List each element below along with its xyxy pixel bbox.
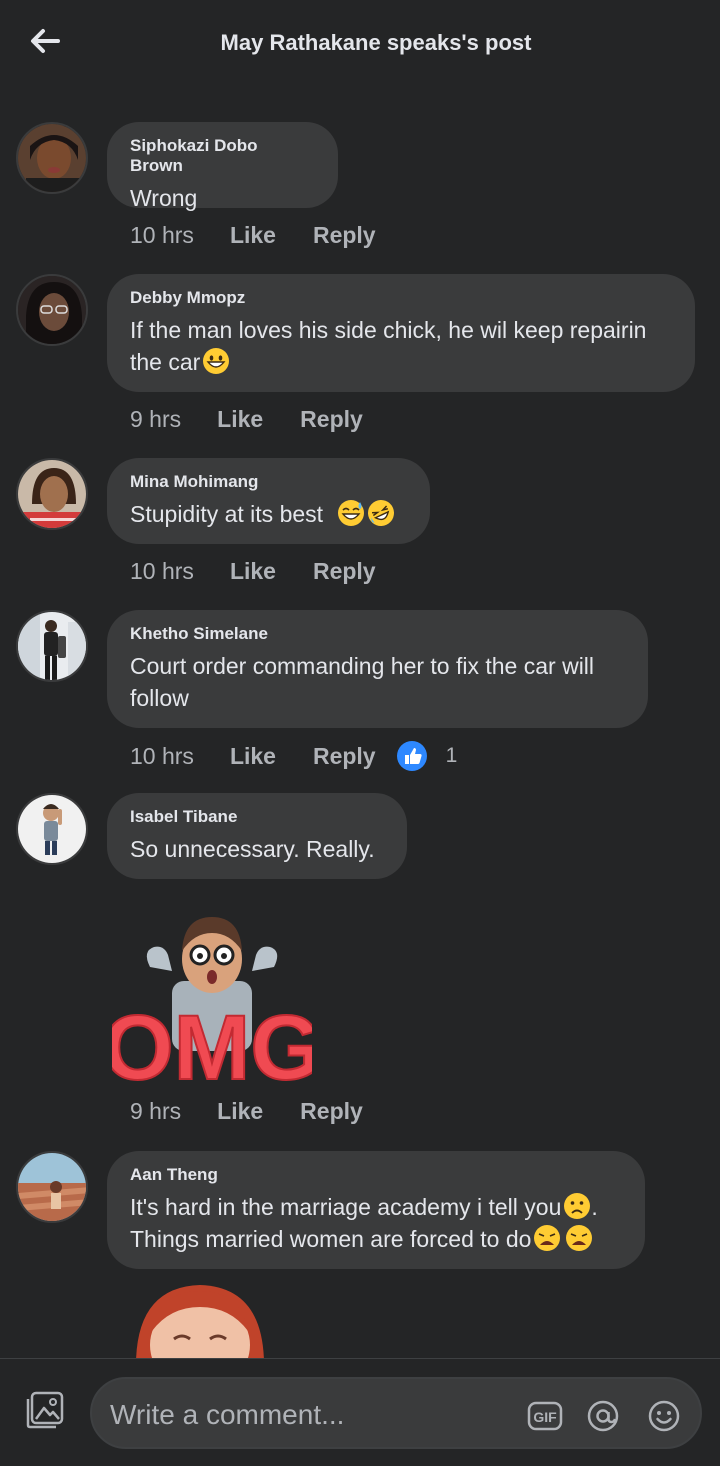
comment-actions: 10 hrs Like Reply [130, 558, 376, 585]
avatar[interactable] [16, 274, 88, 346]
comment-author[interactable]: Debby Mmopz [130, 288, 671, 308]
reply-button[interactable]: Reply [313, 222, 376, 249]
comment-author[interactable]: Aan Theng [130, 1165, 621, 1185]
comment-time[interactable]: 10 hrs [130, 222, 194, 249]
like-button[interactable]: Like [217, 406, 263, 433]
comments-feed[interactable]: Siphokazi Dobo Brown Wrong 10 hrs Like R… [0, 0, 720, 1358]
like-button[interactable]: Like [230, 558, 276, 585]
comment-input-placeholder: Write a comment... [110, 1399, 345, 1430]
rolling-laughing-icon [368, 500, 395, 526]
comment-text: Wrong [130, 185, 198, 211]
comment-bubble[interactable]: Debby Mmopz If the man loves his side ch… [107, 274, 695, 392]
worried-face-icon [564, 1193, 591, 1219]
reaction-count: 1 [445, 744, 458, 767]
comment-author[interactable]: Mina Mohimang [130, 472, 406, 492]
face-sticker[interactable] [130, 1281, 270, 1358]
comment-actions: 10 hrs Like Reply [130, 222, 376, 249]
comment-bubble[interactable]: Isabel Tibane So unnecessary. Really. [107, 793, 407, 879]
comment-text: So unnecessary. Really. [130, 836, 375, 862]
like-button[interactable]: Like [230, 222, 276, 249]
comment-text-line1-end: . [591, 1194, 598, 1220]
reply-button[interactable]: Reply [313, 558, 376, 585]
top-bar: May Rathakane speaks's post [0, 0, 720, 88]
avatar[interactable] [16, 122, 88, 194]
sticker-text: OMG [112, 997, 312, 1091]
comment-text-wrap: Stupidity at its best [130, 498, 406, 530]
photo-icon[interactable] [26, 1391, 64, 1429]
comment-bubble[interactable]: Khetho Simelane Court order commanding h… [107, 610, 648, 728]
gif-icon[interactable]: GIF [527, 1401, 563, 1431]
comment-text-line2: Things married women are forced to do [130, 1226, 532, 1252]
comment-actions: 10 hrs Like Reply 1 [130, 740, 457, 772]
comment-time[interactable]: 9 hrs [130, 1098, 181, 1125]
grinning-sweat-icon [338, 500, 365, 526]
omg-sticker[interactable]: OMG [101, 911, 323, 1100]
page-title: May Rathakane speaks's post [220, 30, 532, 55]
comment-text-wrap: If the man loves his side chick, he wil … [130, 314, 671, 378]
weary-face-icon [534, 1225, 561, 1251]
avatar[interactable] [16, 1151, 88, 1223]
comment-text-wrap: It's hard in the marriage academy i tell… [130, 1191, 621, 1255]
comment-actions: 9 hrs Like Reply [130, 1098, 363, 1125]
reaction-summary[interactable]: 1 [396, 740, 458, 772]
comment-actions: 9 hrs Like Reply [130, 406, 363, 433]
like-reaction-icon [396, 741, 427, 771]
emoji-icon[interactable] [648, 1400, 680, 1432]
comment-time[interactable]: 10 hrs [130, 743, 194, 770]
like-button[interactable]: Like [217, 1098, 263, 1125]
avatar[interactable] [16, 793, 88, 865]
comment-time[interactable]: 10 hrs [130, 558, 194, 585]
comment-input[interactable]: Write a comment... GIF [90, 1377, 702, 1449]
comment-text: Court order commanding her to fix the ca… [130, 653, 595, 711]
reply-button[interactable]: Reply [300, 406, 363, 433]
comment-text: Stupidity at its best [130, 501, 324, 527]
avatar[interactable] [16, 458, 88, 530]
comment-author[interactable]: Khetho Simelane [130, 624, 624, 644]
gif-label: GIF [533, 1409, 557, 1425]
comment-author[interactable]: Isabel Tibane [130, 807, 383, 827]
reply-button[interactable]: Reply [300, 1098, 363, 1125]
comment-time[interactable]: 9 hrs [130, 406, 181, 433]
comment-composer: Write a comment... GIF [0, 1358, 720, 1466]
comment-bubble[interactable]: Siphokazi Dobo Brown Wrong [107, 122, 338, 211]
grinning-face-icon [203, 348, 230, 374]
comment-bubble[interactable]: Aan Theng It's hard in the marriage acad… [107, 1151, 645, 1269]
comment-author[interactable]: Siphokazi Dobo Brown [130, 136, 314, 176]
reply-button[interactable]: Reply [313, 743, 376, 770]
mention-icon[interactable] [587, 1400, 619, 1432]
avatar[interactable] [16, 610, 88, 682]
like-button[interactable]: Like [230, 743, 276, 770]
comment-text-line1: It's hard in the marriage academy i tell… [130, 1194, 562, 1220]
comment-bubble[interactable]: Mina Mohimang Stupidity at its best [107, 458, 430, 544]
weary-face-icon [566, 1225, 593, 1251]
